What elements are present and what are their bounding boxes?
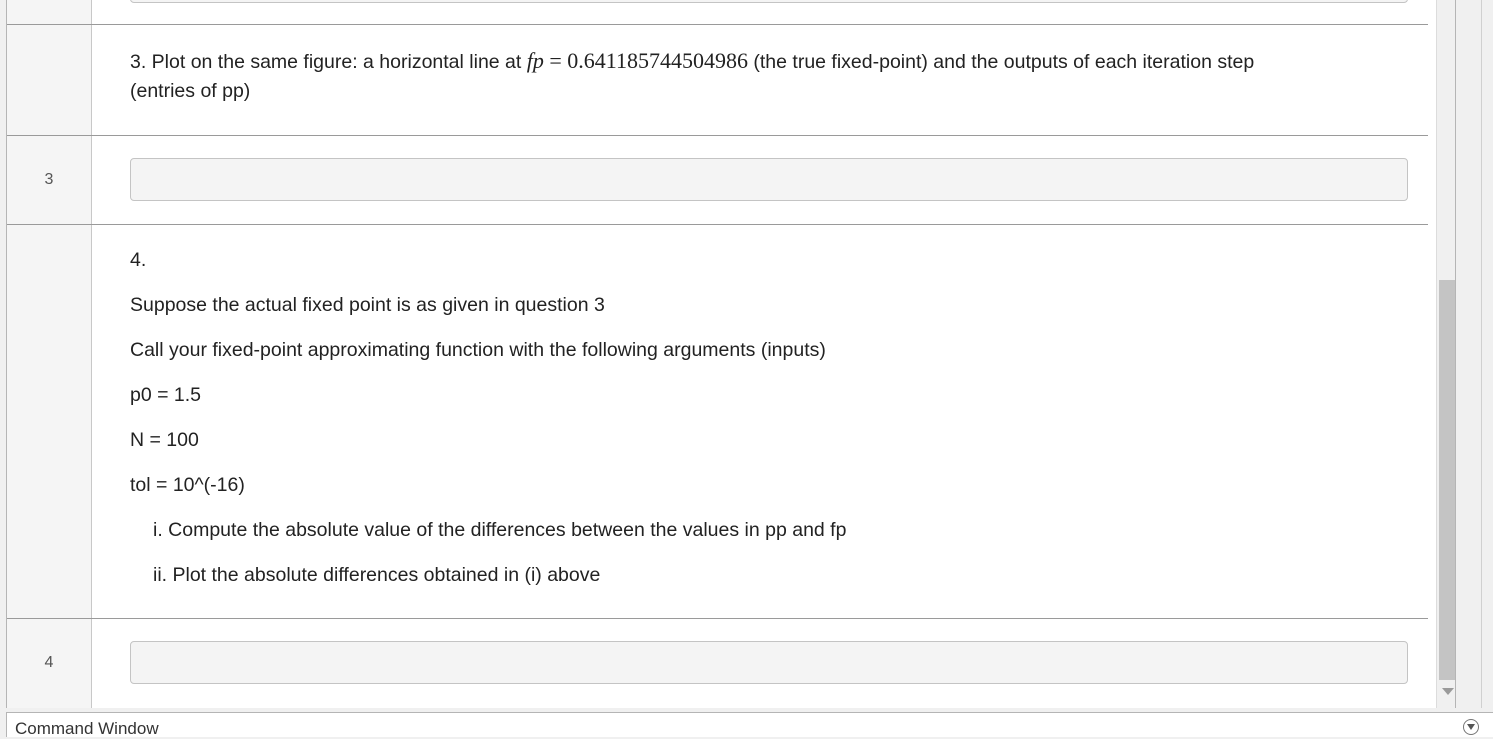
section-4-item-2: ii. Plot the absolute differences obtain… — [153, 564, 601, 586]
section-3-text-after: (the true fixed-point) and the outputs o… — [753, 51, 1255, 73]
line-number: 4 — [44, 654, 54, 671]
code-block-previous[interactable] — [130, 0, 1408, 3]
fp-value: = 0.641185744504986 — [543, 48, 748, 73]
text-section-4: 4. Suppose the actual fixed point is as … — [7, 224, 1428, 618]
scroll-down-arrow-icon[interactable] — [1442, 688, 1454, 695]
section-4-item-1: i. Compute the absolute value of the dif… — [153, 519, 847, 541]
live-editor: 3. Plot on the same figure: a horizontal… — [6, 0, 1456, 708]
chevron-down-circle-icon[interactable] — [1463, 719, 1479, 735]
line-number: 3 — [44, 171, 54, 188]
section-4-heading: 4. — [130, 249, 147, 271]
section-3-line-1: 3. Plot on the same figure: a horizontal… — [130, 48, 1254, 74]
section-4-line-4: N = 100 — [130, 429, 199, 451]
command-window-title: Command Window — [15, 719, 159, 738]
outer-scrollbar — [1481, 0, 1493, 708]
fixed-point-equation: fp = 0.641185744504986 — [527, 48, 748, 73]
section-4-line-3: p0 = 1.5 — [130, 384, 202, 406]
code-input-3[interactable] — [130, 158, 1408, 201]
code-row-3: 3 — [7, 135, 1428, 224]
vertical-scrollbar[interactable] — [1436, 0, 1455, 708]
code-input-4[interactable] — [130, 641, 1408, 684]
scrollbar-thumb[interactable] — [1439, 280, 1455, 680]
text-section-3: 3. Plot on the same figure: a horizontal… — [7, 24, 1428, 135]
section-3-text-before: 3. Plot on the same figure: a horizontal… — [130, 51, 522, 73]
code-row-4: 4 — [7, 618, 1428, 708]
section-4-line-5: tol = 10^(-16) — [130, 474, 245, 496]
command-window-bar[interactable]: Command Window — [6, 712, 1493, 738]
section-3-line-2: (entries of pp) — [130, 80, 251, 102]
section-4-line-2: Call your fixed-point approximating func… — [130, 339, 826, 361]
fp-symbol: fp — [526, 48, 544, 73]
section-4-line-1: Suppose the actual fixed point is as giv… — [130, 294, 605, 316]
